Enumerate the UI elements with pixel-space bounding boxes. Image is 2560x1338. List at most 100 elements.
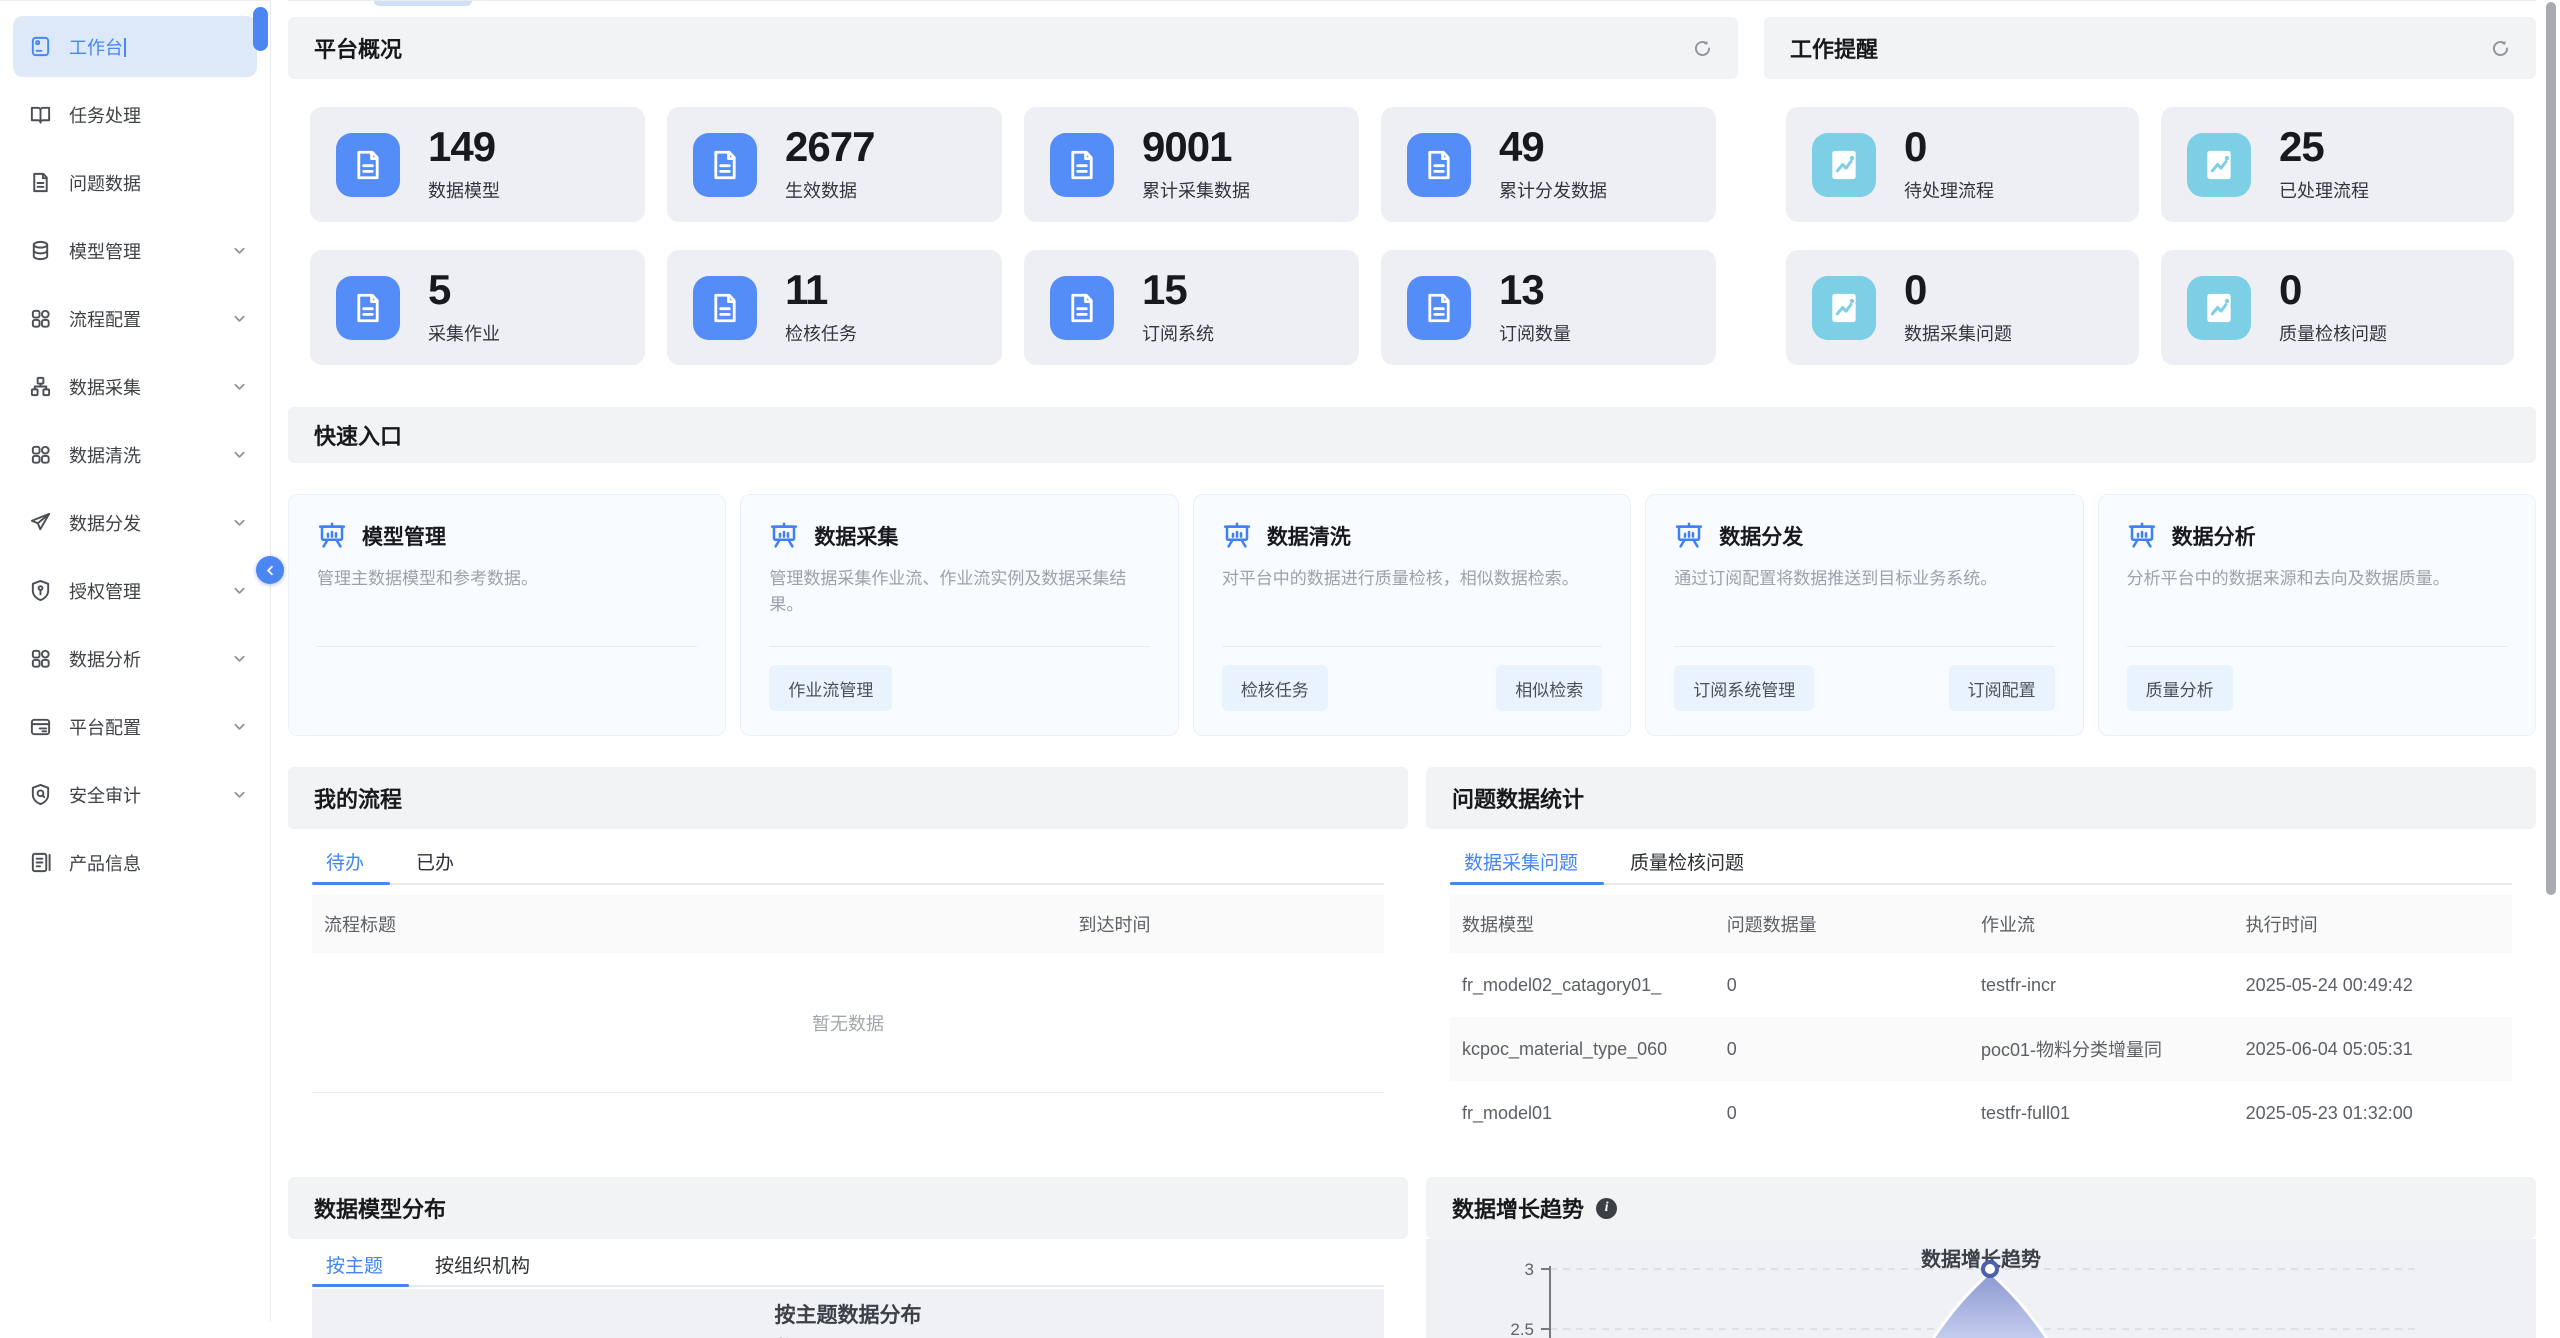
column-process-title: 流程标题 xyxy=(324,911,1079,937)
grid-icon xyxy=(29,443,52,466)
cell-problem-count: 0 xyxy=(1727,1103,1981,1124)
clipped-chart-label: 数 xyxy=(775,1332,795,1338)
document-stat-icon xyxy=(693,276,757,340)
platform-overview-panel: 平台概况 149 数据模型 2677 生效数据 9001 xyxy=(288,17,1738,391)
quick-card-data-analysis[interactable]: 数据分析 分析平台中的数据来源和去向及数据质量。 质量分析 xyxy=(2098,494,2536,736)
stat-card: 9001 累计采集数据 xyxy=(1024,107,1359,222)
panel-title: 数据模型分布 xyxy=(314,1192,446,1224)
sidebar-item-data-collection[interactable]: 数据采集 xyxy=(13,356,257,417)
problem-data-stats-panel: 问题数据统计 数据采集问题 质量检核问题 数据模型 问题数据量 作业流 执行时间… xyxy=(1426,767,2536,1177)
sidebar-item-problem-data[interactable]: 问题数据 xyxy=(13,152,257,213)
sidebar-item-data-analysis[interactable]: 数据分析 xyxy=(13,628,257,689)
quick-card-desc: 分析平台中的数据来源和去向及数据质量。 xyxy=(2127,566,2507,592)
document-stat-icon xyxy=(693,133,757,197)
cell-exec-time: 2025-05-24 00:49:42 xyxy=(2246,975,2500,996)
sidebar-item-data-cleaning[interactable]: 数据清洗 xyxy=(13,424,257,485)
growth-trend-panel: 数据增长趋势 i 3 2.5 xyxy=(1426,1177,2536,1338)
tab-by-subject[interactable]: 按主题 xyxy=(312,1243,409,1285)
quick-card-data-distribution[interactable]: 数据分发 通过订阅配置将数据推送到目标业务系统。 订阅系统管理 订阅配置 xyxy=(1645,494,2083,736)
document-stat-icon xyxy=(336,133,400,197)
table-row: kcpoc_material_type_060 0 poc01-物料分类增量同 … xyxy=(1450,1017,2512,1081)
quick-card-model-management[interactable]: 模型管理 管理主数据模型和参考数据。 xyxy=(288,494,726,736)
panel-title: 平台概况 xyxy=(314,32,402,64)
sidebar-item-workbench[interactable]: 工作台 xyxy=(13,16,257,77)
tag-workflow-management[interactable]: 作业流管理 xyxy=(769,665,892,711)
panel-header: 数据增长趋势 i xyxy=(1426,1177,2536,1239)
stat-label: 累计采集数据 xyxy=(1142,177,1250,203)
info-icon[interactable]: i xyxy=(1596,1198,1617,1219)
my-process-panel: 我的流程 待办 已办 流程标题 到达时间 暂无数据 xyxy=(288,767,1408,1177)
growth-trend-chart: 3 2.5 数据增长趋势 xyxy=(1426,1239,2536,1338)
quick-card-tags xyxy=(317,665,697,711)
easel-chart-icon xyxy=(1674,521,1704,551)
panel-title: 工作提醒 xyxy=(1790,32,1878,64)
subject-distribution-chart: 按主题数据分布 数 xyxy=(312,1289,1384,1338)
refresh-icon[interactable] xyxy=(1693,39,1712,58)
stat-card: 0 质量检核问题 xyxy=(2161,250,2514,365)
sidebar-item-data-distribution[interactable]: 数据分发 xyxy=(13,492,257,553)
quick-card-data-collection[interactable]: 数据采集 管理数据采集作业流、作业流实例及数据采集结果。 作业流管理 xyxy=(740,494,1178,736)
cell-workflow: testfr-incr xyxy=(1981,975,2246,996)
sidebar-item-model-management[interactable]: 模型管理 xyxy=(13,220,257,281)
sidebar-item-platform-config[interactable]: 平台配置 xyxy=(13,696,257,757)
tag-subscription-system[interactable]: 订阅系统管理 xyxy=(1674,665,1814,711)
org-chart-icon xyxy=(29,375,52,398)
tag-similarity-search[interactable]: 相似检索 xyxy=(1496,665,1602,711)
stat-value: 5 xyxy=(428,269,500,311)
tab-collection-problems[interactable]: 数据采集问题 xyxy=(1450,839,1604,883)
shield-audit-icon xyxy=(29,783,52,806)
stat-label: 待处理流程 xyxy=(1904,177,1994,203)
trend-stat-icon xyxy=(1812,133,1876,197)
quick-card-data-cleaning[interactable]: 数据清洗 对平台中的数据进行质量检核，相似数据检索。 检核任务 相似检索 xyxy=(1193,494,1631,736)
quick-card-title: 模型管理 xyxy=(362,521,446,551)
top-edge-accent xyxy=(374,1,472,6)
quick-card-desc: 管理数据采集作业流、作业流实例及数据采集结果。 xyxy=(769,566,1149,619)
tag-subscription-config[interactable]: 订阅配置 xyxy=(1949,665,2055,711)
page-scrollbar-thumb[interactable] xyxy=(2546,2,2556,895)
panel-title: 问题数据统计 xyxy=(1452,782,1584,814)
table-row: fr_model01 0 testfr-full01 2025-05-23 01… xyxy=(1450,1081,2512,1145)
document-stat-icon xyxy=(1050,133,1114,197)
work-reminder-panel: 工作提醒 0 待处理流程 25 已处理流程 0 xyxy=(1764,17,2536,391)
cell-problem-count: 0 xyxy=(1727,1039,1981,1060)
quick-card-desc: 通过订阅配置将数据推送到目标业务系统。 xyxy=(1674,566,2054,592)
chevron-down-icon xyxy=(232,243,247,258)
sidebar-item-product-info[interactable]: 产品信息 xyxy=(13,832,257,893)
main-content: 平台概况 149 数据模型 2677 生效数据 9001 xyxy=(288,0,2536,1321)
stat-card: 15 订阅系统 xyxy=(1024,250,1359,365)
quick-entry-header: 快速入口 xyxy=(288,407,2536,463)
sidebar-item-label: 工作台 xyxy=(69,34,247,60)
quick-card-tags: 质量分析 xyxy=(2127,665,2507,711)
shield-key-icon xyxy=(29,579,52,602)
sidebar-item-authorization[interactable]: 授权管理 xyxy=(13,560,257,621)
chart-title: 按主题数据分布 xyxy=(312,1289,1384,1329)
stat-value: 0 xyxy=(1904,269,2012,311)
sidebar-scrollbar-thumb[interactable] xyxy=(253,7,268,51)
tag-check-task[interactable]: 检核任务 xyxy=(1222,665,1328,711)
tab-todo[interactable]: 待办 xyxy=(312,839,390,883)
tab-quality-problems[interactable]: 质量检核问题 xyxy=(1604,839,1770,883)
problem-tabs: 数据采集问题 质量检核问题 xyxy=(1450,839,2512,885)
chevron-down-icon xyxy=(232,379,247,394)
stat-label: 数据采集问题 xyxy=(1904,320,2012,346)
stat-label: 订阅系统 xyxy=(1142,320,1214,346)
column-data-model: 数据模型 xyxy=(1462,911,1727,937)
panel-header: 平台概况 xyxy=(288,17,1738,79)
quick-card-desc: 对平台中的数据进行质量检核，相似数据检索。 xyxy=(1222,566,1602,592)
problem-table-header: 数据模型 问题数据量 作业流 执行时间 xyxy=(1450,895,2512,953)
divider xyxy=(1674,646,2054,647)
tab-done[interactable]: 已办 xyxy=(390,839,480,883)
sidebar-item-security-audit[interactable]: 安全审计 xyxy=(13,764,257,825)
empty-state: 暂无数据 xyxy=(312,953,1384,1093)
tab-by-organization[interactable]: 按组织机构 xyxy=(409,1243,556,1285)
chevron-down-icon xyxy=(232,583,247,598)
tag-quality-analysis[interactable]: 质量分析 xyxy=(2127,665,2233,711)
document-stat-icon xyxy=(1050,276,1114,340)
refresh-icon[interactable] xyxy=(2491,39,2510,58)
sidebar-item-task-handling[interactable]: 任务处理 xyxy=(13,84,257,145)
panel-header: 问题数据统计 xyxy=(1426,767,2536,829)
sidebar-item-process-config[interactable]: 流程配置 xyxy=(13,288,257,349)
panel-header: 工作提醒 xyxy=(1764,17,2536,79)
sidebar-collapse-button[interactable] xyxy=(256,556,284,584)
stat-card: 25 已处理流程 xyxy=(2161,107,2514,222)
